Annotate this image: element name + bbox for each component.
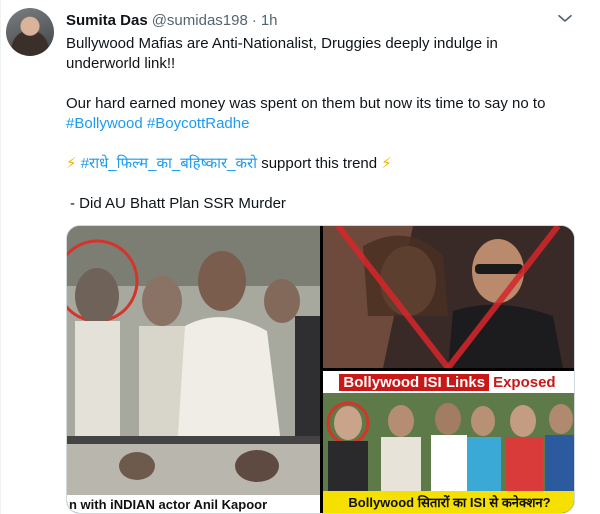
more-options-icon[interactable] (553, 6, 577, 30)
display-name[interactable]: Sumita Das (66, 12, 148, 29)
media-grid[interactable]: n with iNDIAN actor Anil Kapoor Bollywoo… (66, 225, 575, 514)
caption-part-1: Bollywood ISI Links (339, 373, 490, 391)
tweet-line: Our hard earned money was spent on them … (66, 95, 546, 112)
hashtag-bollywood[interactable]: #Bollywood (66, 115, 143, 132)
trend-text: support this trend (261, 155, 378, 172)
left-image-caption: n with iNDIAN actor Anil Kapoor (67, 495, 320, 513)
tweet-line: underworld link!! (66, 55, 176, 72)
tweet-text: Bullywood Mafias are Anti-Nationalist, D… (66, 34, 586, 214)
right-image-caption-banner: Bollywood ISI Links Exposed (323, 371, 574, 393)
group-photo (323, 393, 574, 491)
avatar[interactable] (6, 8, 54, 56)
lightning-icon: ⚡ (66, 155, 77, 172)
media-image-right-bottom[interactable]: Bollywood ISI Links Exposed Bollywood सि… (323, 371, 574, 513)
tweet-line: Bullywood Mafias are Anti-Nationalist, D… (66, 35, 498, 52)
caption-part-2: Exposed (489, 373, 560, 391)
hashtag-hindi[interactable]: #राधे_फिल्म_का_बहिष्कार_करो (81, 155, 257, 172)
trend-line: ⚡ #राधे_फिल्म_का_बहिष्कार_करो support th… (66, 154, 586, 174)
separator-dot: · (251, 11, 257, 29)
crowd-photo (67, 226, 320, 495)
timestamp[interactable]: 1h (261, 12, 278, 29)
lightning-icon: ⚡ (381, 155, 392, 172)
tweet-header: Sumita Das @sumidas198 · 1h (66, 10, 278, 30)
media-image-right-top[interactable]: Bollywood ISI Links Exposed (323, 226, 574, 368)
hashtag-boycott-radhe[interactable]: #BoycottRadhe (147, 115, 250, 132)
movie-poster (323, 226, 574, 368)
media-image-left[interactable]: n with iNDIAN actor Anil Kapoor (67, 226, 320, 513)
bottom-image-caption: Bollywood सितारों का ISI से कनेक्शन? (323, 491, 574, 513)
user-handle[interactable]: @sumidas198 (152, 12, 248, 29)
hashtag-line: #Bollywood #BoycottRadhe (66, 114, 586, 134)
quote-line: - Did AU Bhatt Plan SSR Murder (70, 195, 286, 212)
tweet-card[interactable]: Sumita Das @sumidas198 · 1h Bullywood Ma… (0, 0, 600, 514)
